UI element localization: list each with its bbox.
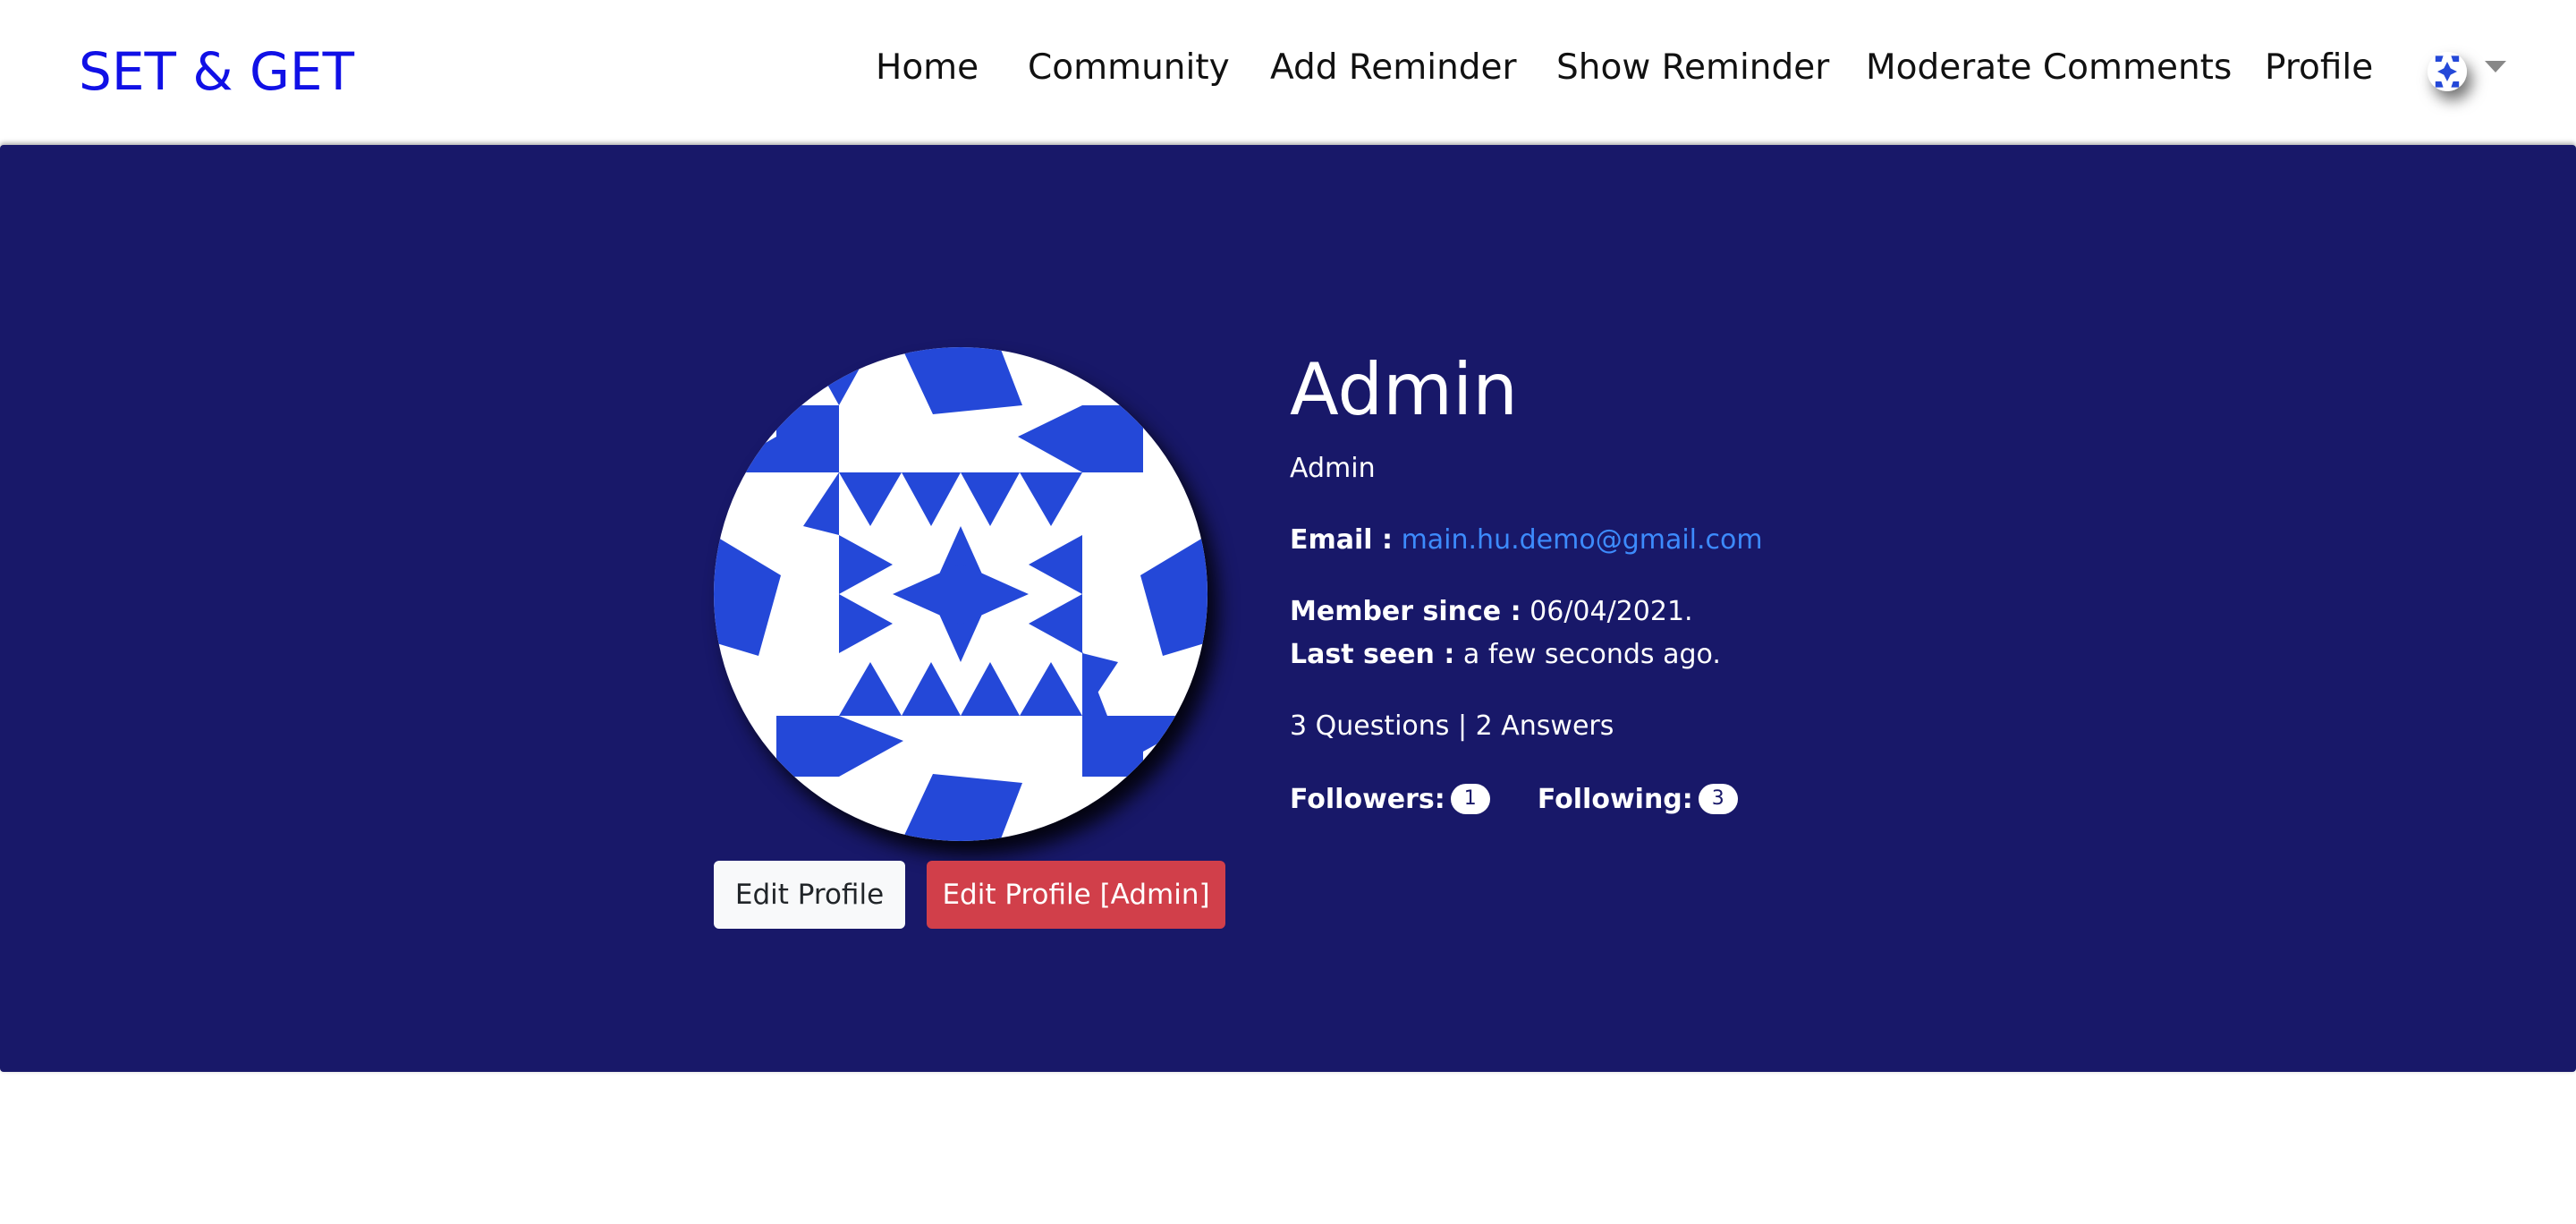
chevron-down-icon[interactable] xyxy=(2485,61,2506,72)
profile-role: Admin xyxy=(1290,453,1376,484)
following-label[interactable]: Following: xyxy=(1538,784,1693,815)
nav-link-community[interactable]: Community xyxy=(1028,41,1230,95)
nav-link-add-reminder[interactable]: Add Reminder xyxy=(1270,41,1517,95)
profile-jumbotron xyxy=(0,145,2576,1072)
identicon-avatar-icon xyxy=(714,347,1208,841)
top-navbar: SET & GET Home Community Add Reminder Sh… xyxy=(0,0,2576,145)
nav-link-moderate-comments[interactable]: Moderate Comments xyxy=(1866,41,2232,95)
member-since-label: Member since : xyxy=(1290,596,1521,627)
profile-username: Admin xyxy=(1290,348,1518,431)
profile-email-row: Email : main.hu.demo@gmail.com xyxy=(1290,521,1763,560)
nav-links: Home Community Add Reminder Show Reminde… xyxy=(0,41,2576,98)
follow-row: Followers: 1 Following: 3 xyxy=(1290,780,1738,820)
email-link[interactable]: main.hu.demo@gmail.com xyxy=(1402,524,1763,556)
nav-link-home[interactable]: Home xyxy=(876,41,979,95)
last-seen-row: Last seen : a few seconds ago. xyxy=(1290,635,1721,675)
nav-link-profile[interactable]: Profile xyxy=(2265,41,2373,95)
member-since-value: 06/04/2021. xyxy=(1530,596,1693,627)
last-seen-value: a few seconds ago. xyxy=(1462,639,1721,670)
followers-label[interactable]: Followers: xyxy=(1290,784,1445,815)
followers-count-badge[interactable]: 1 xyxy=(1450,783,1490,814)
edit-profile-admin-button[interactable]: Edit Profile [Admin] xyxy=(927,861,1225,929)
member-since-row: Member since : 06/04/2021. xyxy=(1290,592,1693,632)
identicon-icon xyxy=(2428,52,2467,91)
nav-link-show-reminder[interactable]: Show Reminder xyxy=(1556,41,1829,95)
profile-avatar xyxy=(714,347,1208,841)
edit-profile-button[interactable]: Edit Profile xyxy=(714,861,905,929)
user-avatar-icon[interactable] xyxy=(2428,52,2467,91)
profile-stats: 3 Questions | 2 Answers xyxy=(1290,710,1614,742)
last-seen-label: Last seen : xyxy=(1290,639,1455,670)
email-label: Email : xyxy=(1290,524,1394,556)
following-count-badge[interactable]: 3 xyxy=(1698,783,1738,814)
